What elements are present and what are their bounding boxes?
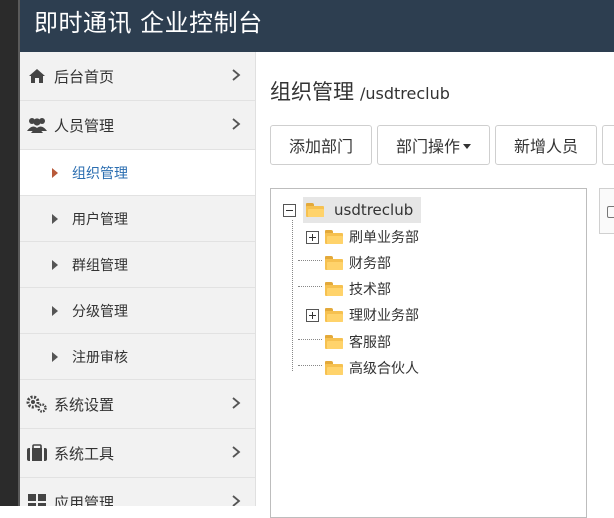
tree-node[interactable]: 高级合伙人 <box>325 356 419 380</box>
chevron-right-icon <box>232 446 241 458</box>
caret-right-icon <box>52 167 58 178</box>
folder-icon <box>325 282 343 296</box>
sidebar: 后台首页 人员管理 组织管理 用户管理 群组管理 分级管理 注册审核 系统设置 <box>20 52 256 506</box>
sidebar-item-label: 系统工具 <box>54 444 115 463</box>
sidebar-item-label: 后台首页 <box>54 67 115 86</box>
tree-node[interactable]: 刷单业务部 <box>306 225 419 249</box>
caret-right-icon <box>52 305 58 316</box>
sidebar-item-apps[interactable]: 应用管理 <box>20 478 255 506</box>
tree-connector <box>298 365 322 366</box>
sidebar-subitem-label: 用户管理 <box>72 211 128 228</box>
sidebar-subitem-label: 组织管理 <box>72 165 128 182</box>
add-department-button[interactable]: 添加部门 <box>270 125 372 165</box>
caret-right-icon <box>52 351 58 362</box>
folder-icon <box>325 308 343 322</box>
sidebar-item-label: 应用管理 <box>54 493 115 507</box>
folder-icon <box>325 335 343 349</box>
collapse-icon[interactable] <box>283 203 296 217</box>
tree-node-label: 高级合伙人 <box>349 361 419 377</box>
folder-icon <box>306 203 324 217</box>
tree-node-root[interactable]: usdtreclub <box>283 197 422 223</box>
chevron-right-icon <box>232 397 241 409</box>
expand-icon[interactable] <box>306 308 319 322</box>
app-title: 即时通讯 企业控制台 <box>34 9 263 37</box>
add-department-label: 添加部门 <box>288 137 353 156</box>
document-icon <box>607 206 614 218</box>
gears-icon <box>26 393 48 415</box>
sidebar-item-label: 系统设置 <box>54 395 115 414</box>
home-icon <box>26 65 48 87</box>
sidebar-subitem-label: 群组管理 <box>72 257 128 274</box>
caret-right-icon <box>52 213 58 224</box>
org-tree-panel: usdtreclub 刷单业务部 财务部 技术部 理财业务部 客服部 高级合伙人 <box>270 188 587 518</box>
tree-connector <box>298 339 322 340</box>
users-icon <box>26 114 48 136</box>
page-title: 组织管理/usdtreclub <box>270 76 450 106</box>
tree-root-chip: usdtreclub <box>303 197 422 223</box>
folder-icon <box>325 256 343 270</box>
sidebar-item-home[interactable]: 后台首页 <box>20 52 255 101</box>
sidebar-item-settings[interactable]: 系统设置 <box>20 380 255 429</box>
expand-icon[interactable] <box>306 230 319 244</box>
tree-node-label: 客服部 <box>349 335 391 351</box>
tree-node-label: 刷单业务部 <box>349 230 419 246</box>
folder-icon <box>325 230 343 244</box>
tree-node[interactable]: 理财业务部 <box>306 303 419 327</box>
add-person-button[interactable]: 新增人员 <box>495 125 597 165</box>
tree-node[interactable]: 技术部 <box>325 277 391 301</box>
grid-icon <box>26 491 48 506</box>
caret-down-icon <box>463 143 471 149</box>
sidebar-subitem-users[interactable]: 用户管理 <box>20 196 255 242</box>
sidebar-subitem-org[interactable]: 组织管理 <box>20 150 255 196</box>
tree-node-label: 财务部 <box>349 256 391 272</box>
sidebar-subitem-label: 注册审核 <box>72 349 128 366</box>
tree-connector <box>298 260 322 261</box>
sidebar-subitem-label: 分级管理 <box>72 303 128 320</box>
more-button[interactable] <box>602 125 614 165</box>
department-ops-label: 部门操作 <box>395 137 460 156</box>
chevron-right-icon <box>232 69 241 81</box>
briefcase-icon <box>26 442 48 464</box>
detail-panel-edge <box>599 188 614 234</box>
window-edge <box>0 0 18 506</box>
tree-node-label: usdtreclub <box>328 199 422 221</box>
page-title-text: 组织管理 <box>270 80 354 104</box>
tree-node-label: 技术部 <box>349 282 391 298</box>
app-header: 即时通讯 企业控制台 <box>20 0 614 52</box>
chevron-right-icon <box>232 118 241 130</box>
main-content: 组织管理/usdtreclub 添加部门 部门操作 新增人员 usdtreclu… <box>256 52 614 518</box>
add-person-label: 新增人员 <box>513 137 578 156</box>
caret-right-icon <box>52 259 58 270</box>
sidebar-subitem-groups[interactable]: 群组管理 <box>20 242 255 288</box>
chevron-right-icon <box>232 495 241 506</box>
tree-node[interactable]: 财务部 <box>325 251 391 275</box>
sidebar-item-label: 人员管理 <box>54 116 115 135</box>
tree-node-label: 理财业务部 <box>349 308 419 324</box>
folder-icon <box>325 361 343 375</box>
sidebar-subitem-registration[interactable]: 注册审核 <box>20 334 255 380</box>
sidebar-item-tools[interactable]: 系统工具 <box>20 429 255 478</box>
sidebar-subitem-levels[interactable]: 分级管理 <box>20 288 255 334</box>
page-subtitle: /usdtreclub <box>360 84 450 103</box>
department-ops-dropdown[interactable]: 部门操作 <box>377 125 490 165</box>
tree-connector <box>298 286 322 287</box>
tree-node[interactable]: 客服部 <box>325 330 391 354</box>
tree-connector <box>292 220 293 371</box>
sidebar-item-people[interactable]: 人员管理 <box>20 101 255 150</box>
